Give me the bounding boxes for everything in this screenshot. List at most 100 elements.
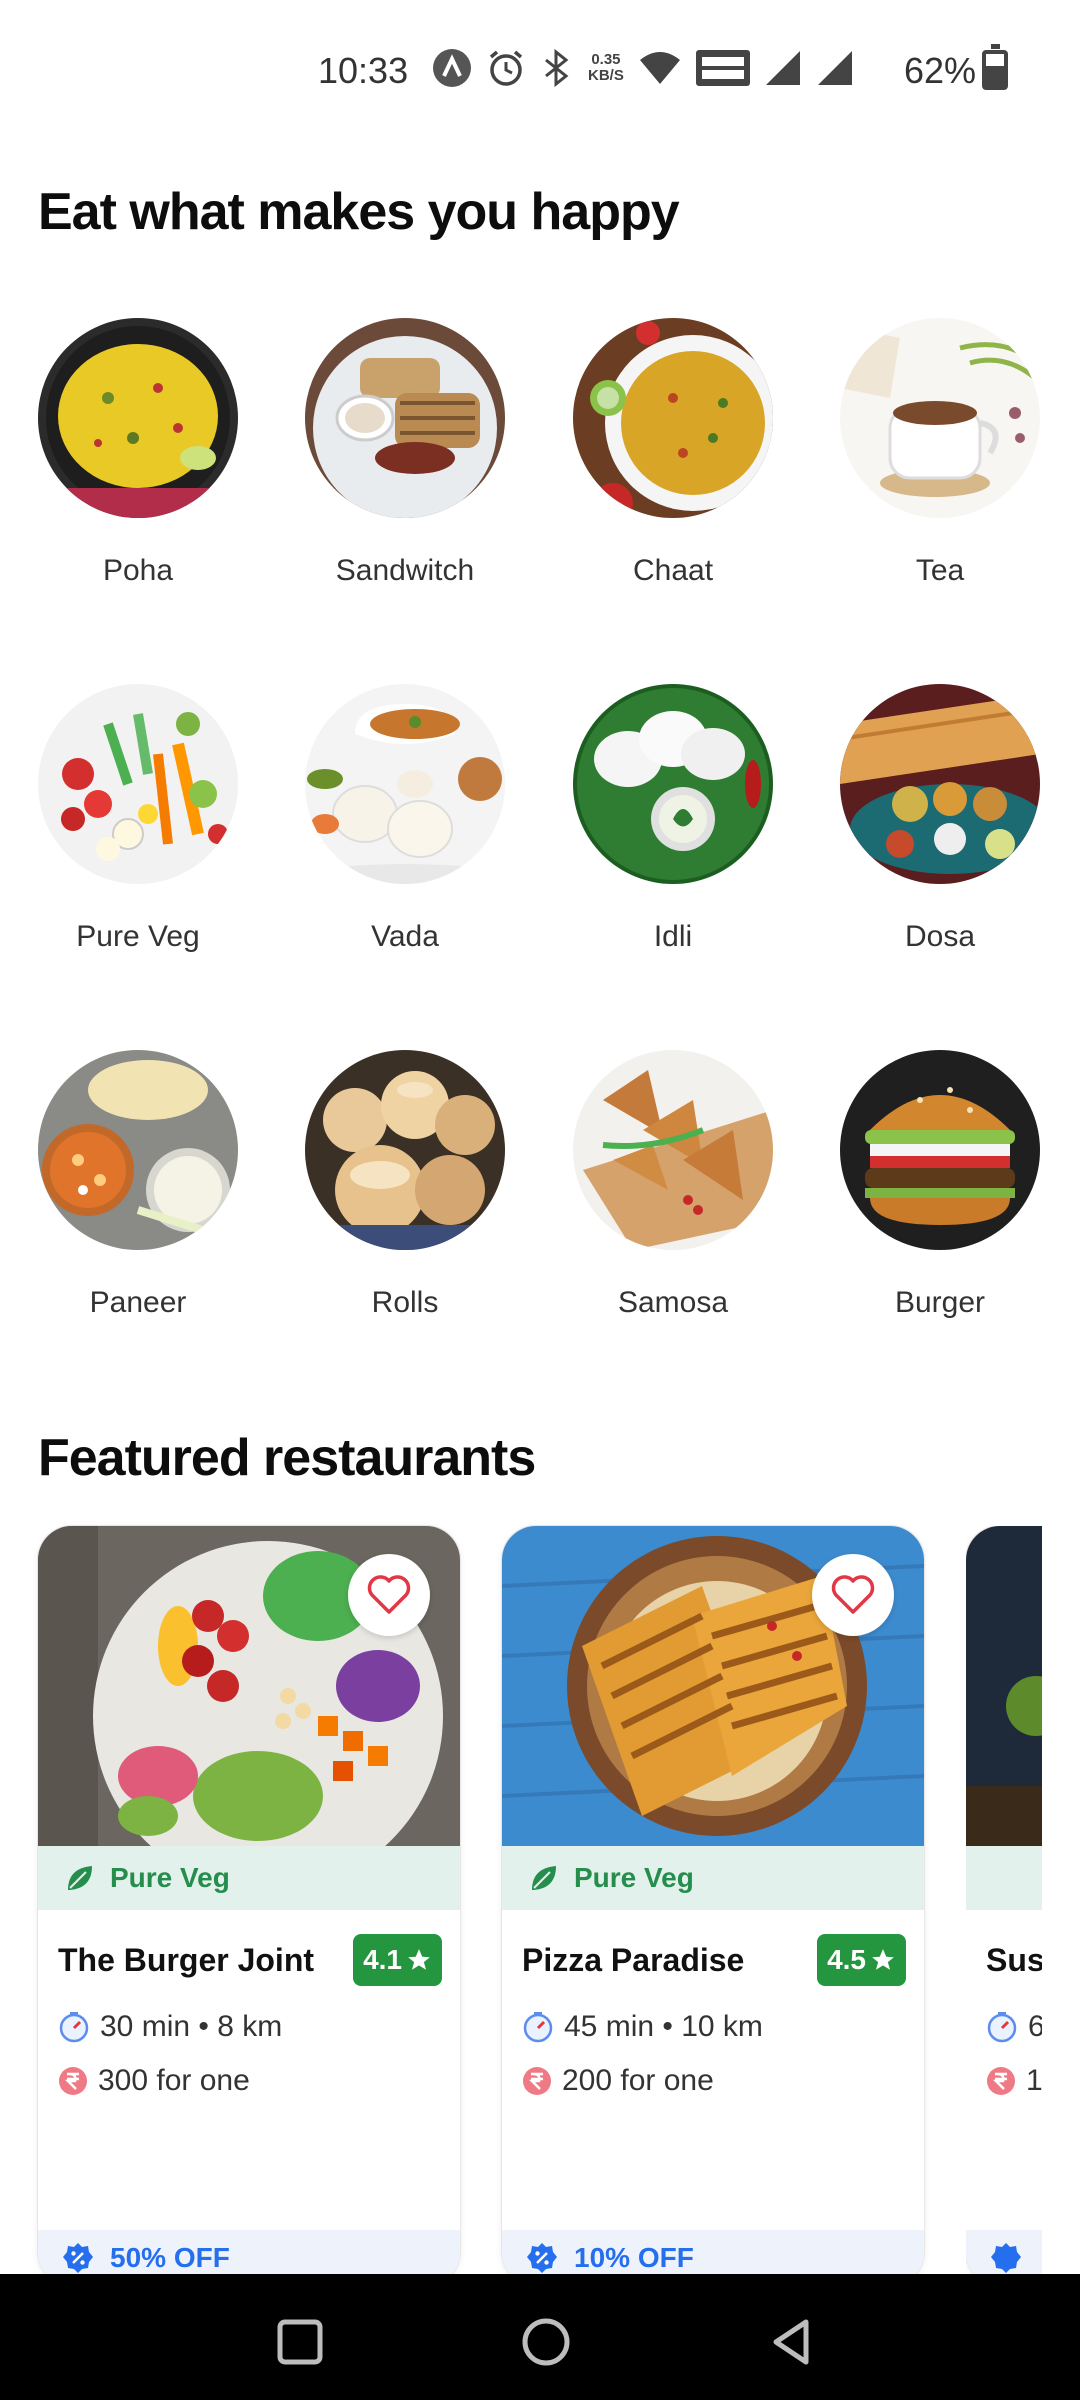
restaurant-card[interactable]: Sus 6 1( xyxy=(966,1526,1042,2286)
category-label: Vada xyxy=(371,920,439,953)
category-sandwitch[interactable]: Sandwitch xyxy=(305,318,505,588)
rating-badge: 4.5 xyxy=(817,1934,906,1986)
pure-veg-strip: Pure Veg xyxy=(502,1846,924,1910)
category-label: Pure Veg xyxy=(76,920,200,953)
delivery-info: 6 xyxy=(986,2010,1042,2044)
bluetooth-icon xyxy=(545,48,569,88)
category-label: Dosa xyxy=(904,920,976,953)
offer-label: 10% OFF xyxy=(574,2242,694,2273)
star-icon xyxy=(872,1949,894,1970)
price-for-one: 1( xyxy=(1026,2064,1042,2097)
category-idli[interactable]: Idli xyxy=(573,684,773,954)
restaurant-name: Pizza Paradise xyxy=(522,1942,745,1978)
paneer-image xyxy=(38,1050,238,1250)
price-for-one: 200 for one xyxy=(562,2064,714,2097)
category-paneer[interactable]: Paneer xyxy=(38,1050,238,1320)
home-button[interactable] xyxy=(516,2312,576,2372)
leaf-icon xyxy=(68,1866,92,1890)
category-label: Sandwitch xyxy=(335,554,475,587)
signal-icon-2 xyxy=(817,51,852,85)
back-button[interactable] xyxy=(762,2312,822,2372)
battery-icon xyxy=(982,44,1008,90)
rupee-icon xyxy=(523,2067,551,2095)
vada-image xyxy=(305,684,505,884)
category-burger[interactable]: Burger xyxy=(840,1050,1040,1320)
delivery-info: 45 min • 10 km xyxy=(522,2010,763,2044)
category-chaat[interactable]: Chaat xyxy=(573,318,773,588)
discount-icon xyxy=(63,2243,93,2273)
category-label: Paneer xyxy=(89,1286,187,1319)
delivery-info: 30 min • 8 km xyxy=(58,2010,282,2044)
app-notification-icon xyxy=(433,49,471,87)
restaurant-image xyxy=(966,1526,1042,1846)
status-time: 10:33 xyxy=(318,50,409,91)
wifi-icon xyxy=(639,52,680,84)
dosa-image xyxy=(840,684,1040,884)
time-distance: 6 xyxy=(1028,2010,1042,2043)
star-icon xyxy=(408,1949,430,1970)
recents-button[interactable] xyxy=(270,2312,330,2372)
burger-image xyxy=(840,1050,1040,1250)
pure-veg-label: Pure Veg xyxy=(110,1862,230,1893)
heart-icon xyxy=(831,1575,875,1614)
category-label: Idli xyxy=(653,920,693,953)
category-samosa[interactable]: Samosa xyxy=(573,1050,773,1320)
restaurant-card[interactable]: Pure Veg The Burger Joint 4.1 30 min • 8… xyxy=(38,1526,460,2286)
network-speed: 0.35 KB/S xyxy=(588,51,624,84)
vowifi-icon xyxy=(695,50,750,86)
signal-icon-1 xyxy=(765,51,800,85)
time-distance: 30 min • 8 km xyxy=(100,2010,283,2043)
discount-icon xyxy=(527,2243,557,2273)
poha-image xyxy=(38,318,238,518)
category-vada[interactable]: Vada xyxy=(305,684,505,954)
category-label: Chaat xyxy=(632,554,714,587)
category-label: Samosa xyxy=(617,1286,729,1319)
battery-percent: 62% xyxy=(904,50,977,91)
pure-veg-image xyxy=(38,684,238,884)
timer-icon xyxy=(987,2012,1017,2043)
category-label: Burger xyxy=(894,1286,986,1319)
restaurant-name: The Burger Joint xyxy=(58,1942,315,1978)
favorite-button[interactable] xyxy=(812,1554,894,1636)
restaurant-name: Sus xyxy=(986,1942,1042,1978)
offer-label: 50% OFF xyxy=(110,2242,230,2273)
price-info: 300 for one xyxy=(58,2064,250,2098)
category-label: Tea xyxy=(915,554,965,587)
favorite-button[interactable] xyxy=(348,1554,430,1636)
pure-veg-label: Pure Veg xyxy=(574,1862,694,1893)
alarm-icon xyxy=(489,50,523,86)
pure-veg-strip xyxy=(966,1846,1042,1910)
pure-veg-strip: Pure Veg xyxy=(38,1846,460,1910)
category-tea[interactable]: Tea xyxy=(840,318,1040,588)
category-poha[interactable]: Poha xyxy=(38,318,238,588)
featured-section-title: Featured restaurants xyxy=(38,1429,536,1487)
restaurant-card[interactable]: Pure Veg Pizza Paradise 4.5 45 min • 10 … xyxy=(502,1526,924,2286)
system-nav-bar xyxy=(0,2274,1080,2400)
idli-image xyxy=(573,684,773,884)
price-info: 1( xyxy=(986,2064,1042,2098)
rupee-icon xyxy=(987,2067,1015,2095)
timer-icon xyxy=(59,2012,89,2043)
price-for-one: 300 for one xyxy=(98,2064,250,2097)
rolls-image xyxy=(305,1050,505,1250)
status-bar: 10:33 0.35 KB/S 62% xyxy=(0,0,1080,140)
category-rolls[interactable]: Rolls xyxy=(305,1050,505,1320)
chaat-image xyxy=(573,318,773,518)
status-icons: 0.35 KB/S xyxy=(432,48,854,88)
rupee-icon xyxy=(59,2067,87,2095)
tea-image xyxy=(840,318,1040,518)
leaf-icon xyxy=(532,1866,556,1890)
category-pure-veg[interactable]: Pure Veg xyxy=(38,684,238,954)
categories-section-title: Eat what makes you happy xyxy=(38,183,680,241)
time-distance: 45 min • 10 km xyxy=(564,2010,763,2043)
rating-badge: 4.1 xyxy=(353,1934,442,1986)
category-label: Rolls xyxy=(371,1286,439,1319)
price-info: 200 for one xyxy=(522,2064,714,2098)
category-label: Poha xyxy=(102,554,174,587)
samosa-image xyxy=(573,1050,773,1250)
restaurant-card-clip: Sus 6 1( xyxy=(966,1526,1042,2286)
timer-icon xyxy=(523,2012,553,2043)
category-dosa[interactable]: Dosa xyxy=(840,684,1040,954)
sandwitch-image xyxy=(305,318,505,518)
discount-icon xyxy=(991,2243,1021,2273)
